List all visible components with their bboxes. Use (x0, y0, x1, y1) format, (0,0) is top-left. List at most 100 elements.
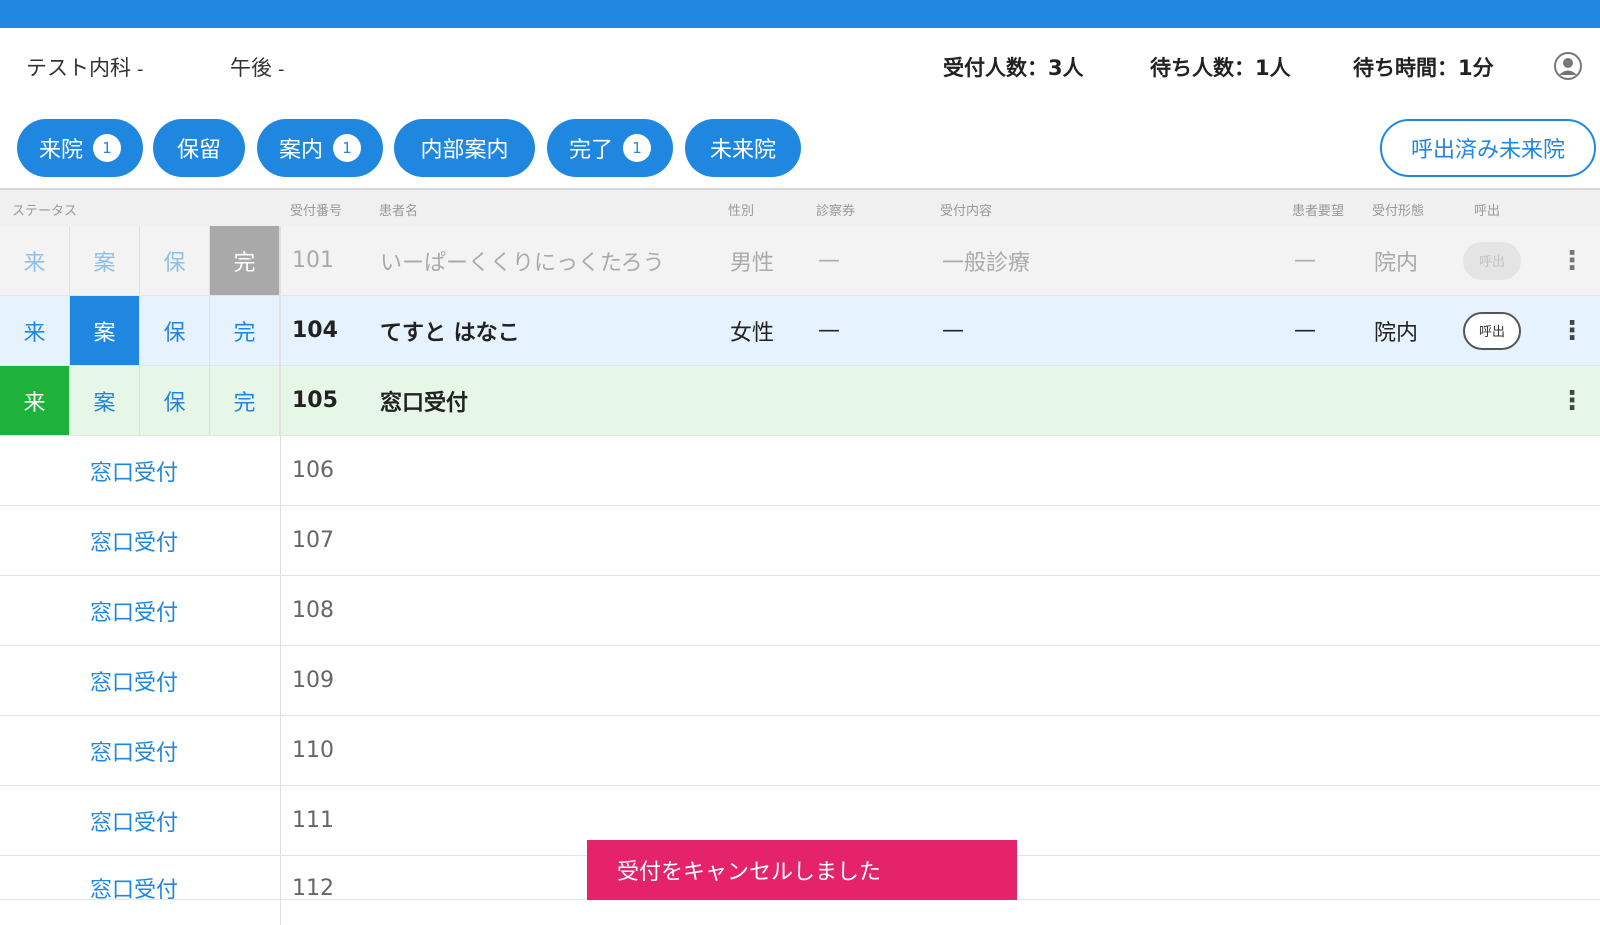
patient-name[interactable]: 窓口受付 (380, 366, 468, 435)
table-row: 来 案 保 完 104 てすと はなこ 女性 — — — 院内 呼出 ⋮ (0, 296, 1600, 366)
reception-number: 112 (292, 875, 334, 901)
walk-in-reception-link[interactable]: 窓口受付 (90, 856, 178, 920)
walk-in-reception-link[interactable]: 窓口受付 (90, 716, 178, 785)
filter-internal-guide-label: 内部案内 (420, 138, 509, 163)
dropdown-caret-icon: - (137, 59, 144, 80)
top-app-bar (0, 0, 1600, 28)
status-arrival-toggle[interactable]: 来 (0, 226, 70, 295)
filter-arrival-chip[interactable]: 来院 1 (17, 119, 143, 177)
patient-name[interactable]: てすと はなこ (380, 296, 520, 365)
filter-no-show-label: 未来院 (709, 138, 776, 163)
reception-content: 一般診療 (942, 250, 1031, 276)
filter-no-show-chip[interactable]: 未来院 (685, 119, 801, 177)
table-row: 窓口受付 107 (0, 506, 1600, 576)
table-row: 窓口受付 110 (0, 716, 1600, 786)
column-divider (280, 856, 281, 925)
patient-gender: 男性 (730, 250, 775, 276)
reception-number: 106 (292, 458, 334, 483)
reception-form: 院内 (1374, 250, 1419, 276)
department-dropdown[interactable]: テスト内科 - (26, 52, 144, 82)
column-patient-name: 患者名 (379, 204, 419, 219)
filter-hold-label: 保留 (176, 138, 221, 163)
reception-number: 105 (292, 388, 338, 413)
status-done-toggle[interactable]: 完 (210, 226, 280, 295)
filter-arrival-label: 来院 (38, 138, 83, 163)
column-divider (280, 226, 281, 295)
filter-arrival-count: 1 (93, 134, 121, 162)
table-header: ステータス 受付番号 患者名 性別 診察券 受付内容 患者要望 受付形態 呼出 (0, 188, 1600, 226)
account-circle-icon[interactable] (1554, 52, 1582, 80)
call-cell: 呼出 (1463, 226, 1521, 295)
filter-done-chip[interactable]: 完了 1 (547, 119, 673, 177)
column-divider (280, 366, 281, 435)
table-row: 窓口受付 106 (0, 436, 1600, 506)
table-row: 来 案 保 完 105 窓口受付 ⋮ (0, 366, 1600, 436)
column-divider (280, 576, 281, 645)
walk-in-reception-link[interactable]: 窓口受付 (90, 786, 178, 855)
status-filter-bar: 来院 1 保留 案内 1 内部案内 完了 1 未来院 呼出済み未来院 (0, 106, 1600, 188)
table-row: 来 案 保 完 101 いーぱーくくりにっくたろう 男性 — 一般診療 — 院内… (0, 226, 1600, 296)
reception-number: 111 (292, 808, 334, 833)
more-vertical-icon[interactable]: ⋮ (1559, 296, 1585, 365)
reception-number: 101 (292, 248, 334, 273)
waiting-count: 待ち人数：1人 (1150, 56, 1291, 80)
walk-in-reception-link[interactable]: 窓口受付 (90, 576, 178, 645)
status-hold-toggle[interactable]: 保 (140, 366, 210, 435)
filter-guide-chip[interactable]: 案内 1 (257, 119, 383, 177)
status-hold-toggle[interactable]: 保 (140, 296, 210, 365)
waiting-time: 待ち時間：1分 (1353, 56, 1494, 80)
status-done-toggle[interactable]: 完 (210, 296, 280, 365)
reception-form: 院内 (1374, 320, 1419, 346)
column-divider (280, 506, 281, 575)
table-row: 窓口受付 109 (0, 646, 1600, 716)
walk-in-reception-link[interactable]: 窓口受付 (90, 436, 178, 505)
filter-guide-label: 案内 (278, 138, 323, 163)
column-divider (280, 646, 281, 715)
time-slot-dropdown[interactable]: 午後 - (230, 52, 285, 82)
reception-number: 107 (292, 528, 334, 553)
column-reception-number: 受付番号 (290, 204, 343, 219)
status-arrival-toggle[interactable]: 来 (0, 296, 70, 365)
status-arrival-toggle[interactable]: 来 (0, 366, 70, 435)
walk-in-reception-link[interactable]: 窓口受付 (90, 506, 178, 575)
column-request: 患者要望 (1292, 204, 1345, 219)
call-button: 呼出 (1463, 241, 1521, 280)
status-done-toggle[interactable]: 完 (210, 366, 280, 435)
reception-number: 104 (292, 318, 338, 343)
table-row: 窓口受付 108 (0, 576, 1600, 646)
more-vertical-icon[interactable]: ⋮ (1559, 226, 1585, 295)
patient-gender: 女性 (730, 320, 775, 346)
header-bar: テスト内科 - 午後 - 受付人数：3人 待ち人数：1人 待ち時間：1分 (0, 28, 1600, 107)
more-vertical-icon[interactable]: ⋮ (1559, 366, 1585, 435)
status-hold-toggle[interactable]: 保 (140, 226, 210, 295)
snackbar-toast: 受付をキャンセルしました (587, 840, 1017, 900)
called-no-show-button[interactable]: 呼出済み未来院 (1380, 119, 1596, 177)
dropdown-caret-icon: - (278, 59, 285, 80)
time-slot-label: 午後 (230, 56, 272, 80)
column-divider (280, 786, 281, 855)
patient-name[interactable]: いーぱーくくりにっくたろう (380, 226, 665, 295)
walk-in-reception-link[interactable]: 窓口受付 (90, 646, 178, 715)
reception-number: 110 (292, 738, 334, 763)
filter-guide-count: 1 (333, 134, 361, 162)
status-guide-toggle[interactable]: 案 (70, 366, 140, 435)
status-guide-toggle[interactable]: 案 (70, 226, 140, 295)
filter-hold-chip[interactable]: 保留 (153, 119, 245, 177)
reception-number: 109 (292, 668, 334, 693)
column-call: 呼出 (1474, 204, 1501, 219)
department-label: テスト内科 (26, 56, 131, 80)
ticket-value: — (818, 248, 840, 273)
filter-done-label: 完了 (568, 138, 613, 163)
ticket-value: — (818, 318, 840, 343)
column-gender: 性別 (728, 204, 755, 219)
status-guide-toggle[interactable]: 案 (70, 296, 140, 365)
filter-internal-guide-chip[interactable]: 内部案内 (394, 119, 535, 177)
call-button[interactable]: 呼出 (1463, 311, 1521, 350)
reception-content: — (942, 318, 964, 343)
patient-request: — (1294, 318, 1316, 343)
patient-request: — (1294, 248, 1316, 273)
reception-count: 受付人数：3人 (943, 56, 1084, 80)
column-form: 受付形態 (1372, 204, 1425, 219)
column-status: ステータス (12, 204, 78, 219)
filter-done-count: 1 (623, 134, 651, 162)
